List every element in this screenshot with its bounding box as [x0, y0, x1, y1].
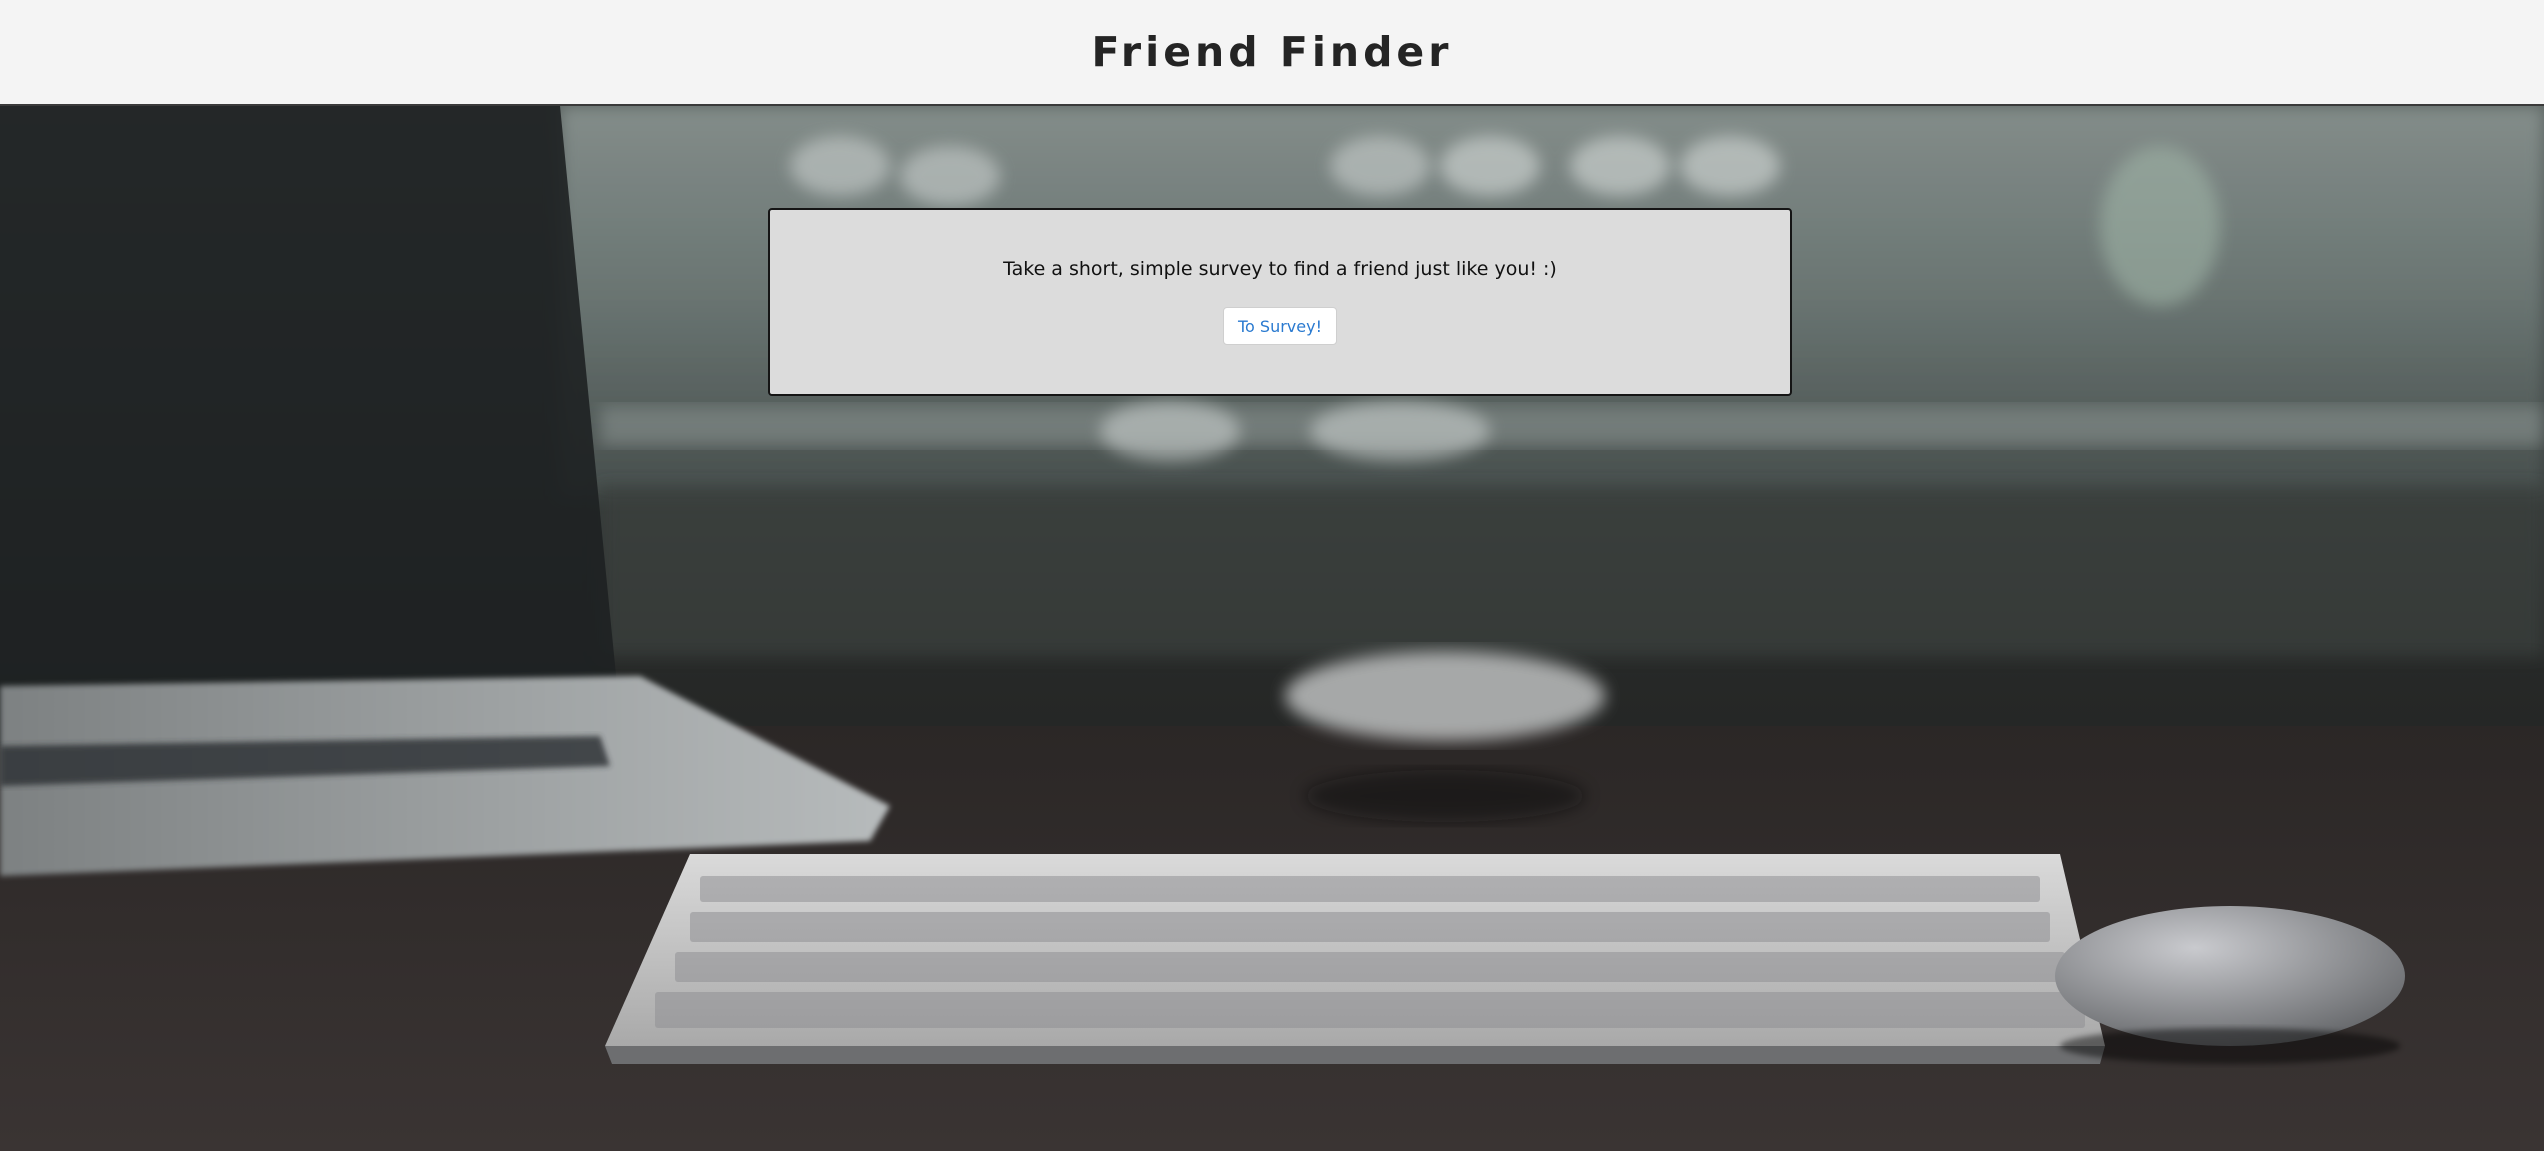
survey-prompt-panel: Take a short, simple survey to find a fr… — [768, 208, 1792, 396]
keyboard-keys — [655, 876, 2085, 1028]
to-survey-button[interactable]: To Survey! — [1223, 307, 1337, 345]
site-title: Friend Finder — [1091, 28, 1453, 76]
site-header: Friend Finder — [0, 0, 2544, 106]
survey-prompt-text: Take a short, simple survey to find a fr… — [1003, 258, 1557, 280]
page: Friend Finder Take a short, simple surve… — [0, 0, 2544, 1151]
